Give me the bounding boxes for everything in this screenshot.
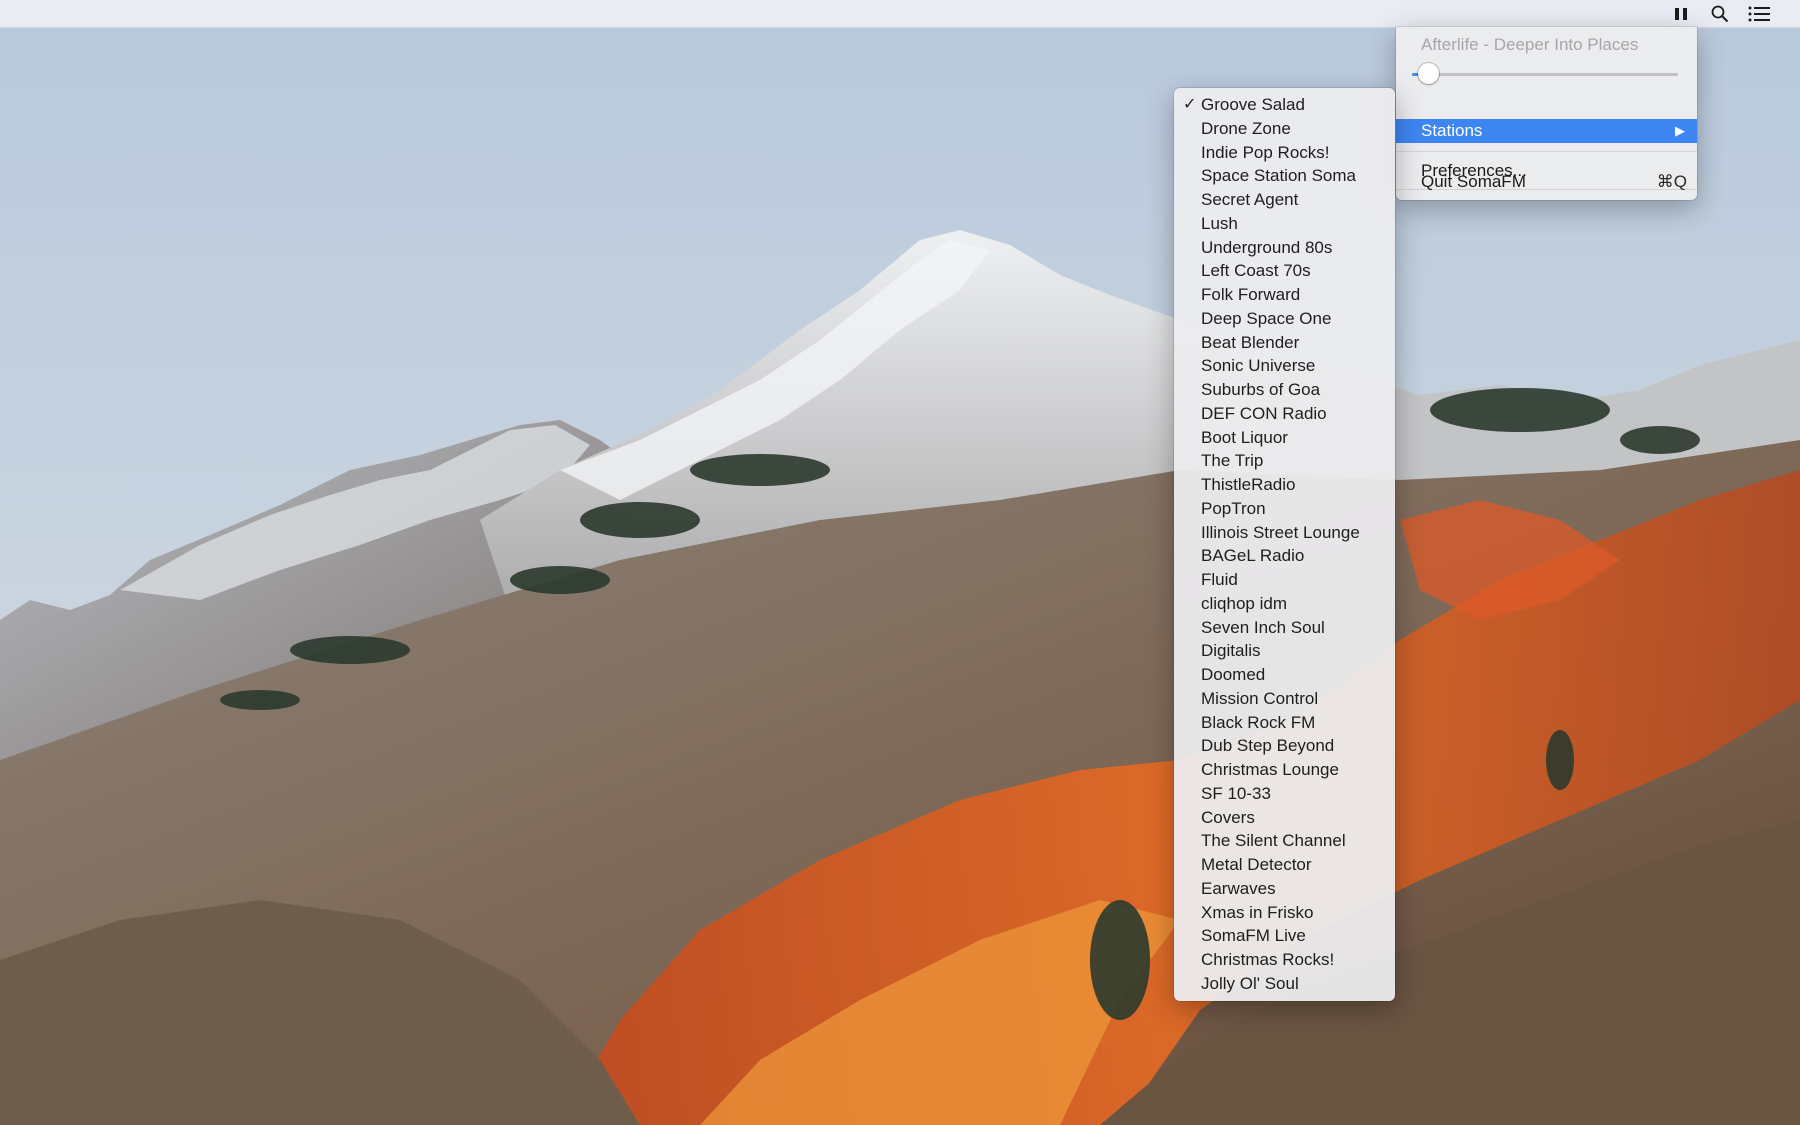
station-item[interactable]: Christmas Rocks! [1174, 948, 1395, 972]
station-item[interactable]: Space Station Soma [1174, 164, 1395, 188]
station-label: SF 10-33 [1201, 783, 1271, 803]
station-item[interactable]: Dub Step Beyond [1174, 734, 1395, 758]
station-label: Left Coast 70s [1201, 261, 1311, 281]
station-label: Illinois Street Lounge [1201, 522, 1360, 542]
station-item[interactable]: Secret Agent [1174, 188, 1395, 212]
station-label: Underground 80s [1201, 237, 1333, 257]
station-item[interactable]: Indie Pop Rocks! [1174, 141, 1395, 165]
station-item[interactable]: Drone Zone [1174, 117, 1395, 141]
station-item[interactable]: Sonic Universe [1174, 354, 1395, 378]
station-label: DEF CON Radio [1201, 403, 1327, 423]
station-item[interactable]: Xmas in Frisko [1174, 901, 1395, 925]
station-item[interactable]: Illinois Street Lounge [1174, 521, 1395, 545]
station-label: Christmas Lounge [1201, 760, 1339, 779]
station-label: Earwaves [1201, 878, 1276, 898]
station-item[interactable]: DEF CON Radio [1174, 402, 1395, 426]
station-label: BAGeL Radio [1201, 546, 1305, 566]
stations-label: Stations [1421, 121, 1483, 140]
quit-shortcut: ⌘Q [1656, 172, 1687, 191]
station-label: SomaFM Live [1201, 926, 1306, 946]
station-item[interactable]: Christmas Lounge [1174, 758, 1395, 782]
station-label: Mission Control [1201, 688, 1319, 708]
station-item[interactable]: Fluid [1174, 568, 1395, 592]
station-label: cliqhop idm [1201, 593, 1287, 613]
station-item[interactable]: SomaFM Live [1174, 924, 1395, 948]
station-item[interactable]: Mission Control [1174, 687, 1395, 711]
station-item[interactable]: The Silent Channel [1174, 829, 1395, 853]
station-item[interactable]: ✓ Groove Salad [1174, 93, 1395, 117]
station-label: Christmas Rocks! [1201, 950, 1335, 969]
station-label: Deep Space One [1201, 308, 1332, 328]
station-item[interactable]: BAGeL Radio [1174, 544, 1395, 568]
station-label: Covers [1201, 807, 1255, 827]
station-label: Secret Agent [1201, 190, 1299, 209]
station-label: Xmas in Frisko [1201, 902, 1314, 922]
station-label: Boot Liquor [1201, 427, 1288, 447]
station-label: Digitalis [1201, 641, 1261, 661]
station-label: Indie Pop Rocks! [1201, 142, 1330, 162]
station-label: Metal Detector [1201, 855, 1312, 874]
station-item[interactable]: Folk Forward [1174, 283, 1395, 307]
search-icon[interactable] [1706, 2, 1734, 26]
station-item[interactable]: Digitalis [1174, 639, 1395, 663]
list-icon[interactable] [1745, 2, 1773, 26]
station-label: Black Rock FM [1201, 712, 1316, 732]
station-item[interactable]: Suburbs of Goa [1174, 378, 1395, 402]
station-label: Lush [1201, 213, 1238, 233]
station-item[interactable]: cliqhop idm [1174, 592, 1395, 616]
stations-submenu: ✓ Groove Salad Drone Zone Indie Pop Rocks! S… [1174, 88, 1395, 1001]
station-label: Suburbs of Goa [1201, 380, 1321, 399]
checkmark-icon: ✓ [1183, 96, 1197, 113]
station-item[interactable]: PopTron [1174, 497, 1395, 521]
station-item[interactable]: Seven Inch Soul [1174, 616, 1395, 640]
now-playing-label: Afterlife - Deeper Into Places [1421, 35, 1639, 54]
station-item[interactable]: ThistleRadio [1174, 473, 1395, 497]
station-item[interactable]: Deep Space One [1174, 307, 1395, 331]
station-item[interactable]: Beat Blender [1174, 331, 1395, 355]
volume-track[interactable] [1412, 73, 1678, 76]
station-item[interactable]: Boot Liquor [1174, 426, 1395, 450]
station-label: Drone Zone [1201, 118, 1291, 138]
station-label: Dub Step Beyond [1201, 736, 1335, 756]
stations-menu-item[interactable]: Stations ▶ [1396, 119, 1697, 143]
station-label: Jolly Ol' Soul [1201, 973, 1299, 993]
station-item[interactable]: Lush [1174, 212, 1395, 236]
station-item[interactable]: Black Rock FM [1174, 711, 1395, 735]
pause-icon[interactable] [1667, 2, 1695, 26]
quit-label: Quit SomaFM [1421, 172, 1526, 191]
station-label: Groove Salad [1201, 95, 1305, 114]
submenu-arrow-icon: ▶ [1675, 123, 1685, 138]
station-label: Doomed [1201, 665, 1266, 684]
menu-separator [1396, 151, 1697, 152]
station-label: Seven Inch Soul [1201, 617, 1325, 637]
station-item[interactable]: Jolly Ol' Soul [1174, 972, 1395, 996]
station-item[interactable]: Underground 80s [1174, 236, 1395, 260]
station-label: Beat Blender [1201, 332, 1300, 352]
volume-knob[interactable] [1417, 63, 1439, 84]
station-item[interactable]: Earwaves [1174, 877, 1395, 901]
station-list: ✓ Groove Salad Drone Zone Indie Pop Rocks! S… [1174, 93, 1395, 996]
station-label: ThistleRadio [1201, 475, 1296, 494]
station-item[interactable]: Left Coast 70s [1174, 259, 1395, 283]
menu-bar [0, 0, 1800, 28]
station-label: The Trip [1201, 451, 1264, 471]
station-label: The Silent Channel [1201, 831, 1346, 851]
station-label: Space Station Soma [1201, 166, 1356, 186]
station-item[interactable]: SF 10-33 [1174, 782, 1395, 806]
station-item[interactable]: The Trip [1174, 449, 1395, 473]
station-label: Folk Forward [1201, 285, 1301, 304]
station-item[interactable]: Metal Detector [1174, 853, 1395, 877]
station-label: Sonic Universe [1201, 356, 1316, 376]
station-label: Fluid [1201, 570, 1238, 589]
station-item[interactable]: Doomed [1174, 663, 1395, 687]
station-item[interactable]: Covers [1174, 806, 1395, 830]
station-label: PopTron [1201, 498, 1266, 518]
quit-menu-item[interactable]: Quit SomaFM ⌘Q [1396, 170, 1697, 194]
